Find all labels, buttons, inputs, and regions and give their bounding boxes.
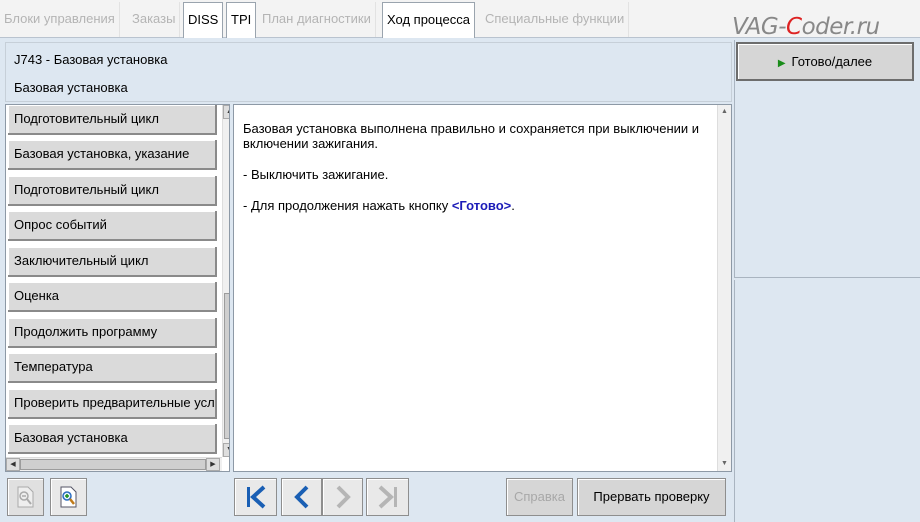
skip-last-icon — [378, 485, 397, 509]
list-item[interactable]: Заключительный цикл — [8, 247, 217, 277]
control-unit-title: J743 - Базовая установка — [14, 52, 168, 67]
list-vertical-scrollbar[interactable]: ▲ ▼ — [222, 105, 229, 457]
list-item[interactable]: Базовая установка, указание — [8, 140, 217, 170]
next-step-button[interactable] — [322, 478, 363, 516]
zoom-in-button[interactable] — [50, 478, 87, 516]
next-icon — [336, 485, 351, 509]
scroll-up-icon[interactable]: ▲ — [718, 105, 731, 119]
message-instruction-ignition: - Выключить зажигание. — [243, 167, 389, 182]
list-item[interactable]: Базовая установка — [8, 424, 217, 454]
help-button[interactable]: Справка — [506, 478, 573, 516]
scroll-right-icon[interactable]: ▶ — [206, 458, 220, 471]
list-item[interactable]: Опрос событий — [8, 211, 217, 241]
play-icon: ▶ — [777, 58, 786, 69]
procedure-title: Базовая установка — [14, 80, 128, 95]
tab-tpi[interactable]: TPI — [226, 2, 257, 38]
list-horizontal-scrollbar[interactable]: ◀ ▶ — [6, 457, 222, 471]
tab-process-progress[interactable]: Ход процесса — [382, 2, 475, 38]
scroll-left-icon[interactable]: ◀ — [6, 458, 20, 471]
header-panel: J743 - Базовая установка Базовая установ… — [5, 42, 732, 102]
list-item[interactable]: Проверить предварительные условия — [8, 389, 217, 419]
tab-special-functions[interactable]: Специальные функции — [481, 2, 630, 37]
scroll-thumb[interactable] — [20, 459, 206, 470]
message-panel: Базовая установка выполнена правильно и … — [233, 104, 732, 472]
prev-icon — [293, 485, 308, 509]
ready-next-label: Готово/далее — [791, 54, 873, 69]
message-vertical-scrollbar[interactable]: ▲ ▼ — [717, 105, 731, 471]
tab-diss[interactable]: DISS — [183, 2, 224, 38]
tab-diagnostic-plan[interactable]: План диагностики — [258, 2, 376, 37]
ready-next-button[interactable]: ▶ Готово/далее — [736, 42, 914, 81]
tab-orders[interactable]: Заказы — [128, 2, 181, 37]
list-item[interactable]: Оценка — [8, 282, 217, 312]
tab-control-units[interactable]: Блоки управления — [0, 2, 120, 37]
last-step-button[interactable] — [366, 478, 409, 516]
right-panel-bottom — [734, 280, 920, 522]
test-step-list: Подготовительный цикл Базовая установка,… — [5, 104, 230, 472]
scroll-up-icon[interactable]: ▲ — [223, 105, 229, 119]
message-result: Базовая установка выполнена правильно и … — [243, 121, 700, 151]
scroll-down-icon[interactable]: ▼ — [223, 443, 229, 457]
ready-link: <Готово> — [451, 198, 512, 213]
zoom-in-icon — [60, 486, 76, 508]
first-step-button[interactable] — [234, 478, 277, 516]
skip-first-icon — [246, 485, 265, 509]
zoom-out-icon — [17, 486, 33, 508]
scroll-down-icon[interactable]: ▼ — [718, 457, 731, 471]
list-item[interactable]: Подготовительный цикл — [8, 105, 217, 135]
previous-step-button[interactable] — [281, 478, 322, 516]
list-item[interactable]: Продолжить программу — [8, 318, 217, 348]
abort-check-button[interactable]: Прервать проверку — [577, 478, 726, 516]
zoom-out-button[interactable] — [7, 478, 44, 516]
scroll-thumb[interactable] — [224, 293, 229, 439]
message-instruction-continue: - Для продолжения нажать кнопку <Готово>… — [243, 198, 515, 213]
list-item[interactable]: Подготовительный цикл — [8, 176, 217, 206]
watermark-logo: VAG-Coder.ru — [732, 14, 880, 40]
list-item[interactable]: Температура — [8, 353, 217, 383]
